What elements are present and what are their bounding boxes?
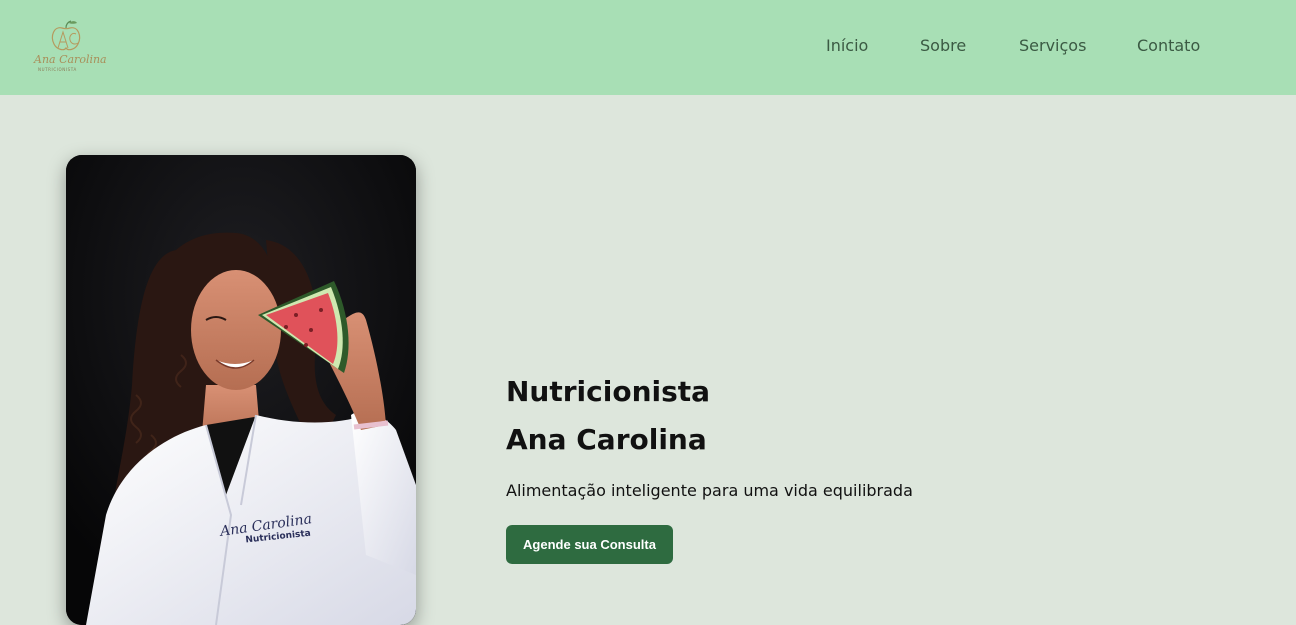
- hero-title: Nutricionista Ana Carolina: [506, 368, 710, 464]
- hero-title-line1: Nutricionista: [506, 375, 711, 408]
- hero-subtitle: Alimentação inteligente para uma vida eq…: [506, 481, 913, 500]
- logo-subtitle: NUTRICIONISTA: [38, 67, 77, 72]
- hero-photo: Ana Carolina Nutricionista: [66, 155, 416, 625]
- nutritionist-portrait-image: Ana Carolina Nutricionista: [66, 155, 416, 625]
- nav-link-inicio[interactable]: Início: [826, 36, 868, 55]
- book-consultation-button[interactable]: Agende sua Consulta: [506, 525, 673, 564]
- nav-link-servicos[interactable]: Serviços: [1019, 36, 1086, 55]
- hero-title-line2: Ana Carolina: [506, 423, 707, 456]
- site-header: Ana Carolina NUTRICIONISTA Início Sobre …: [0, 0, 1296, 95]
- main-nav: Início Sobre Serviços Contato: [0, 36, 1296, 60]
- nav-link-contato[interactable]: Contato: [1137, 36, 1200, 55]
- nav-link-sobre[interactable]: Sobre: [920, 36, 966, 55]
